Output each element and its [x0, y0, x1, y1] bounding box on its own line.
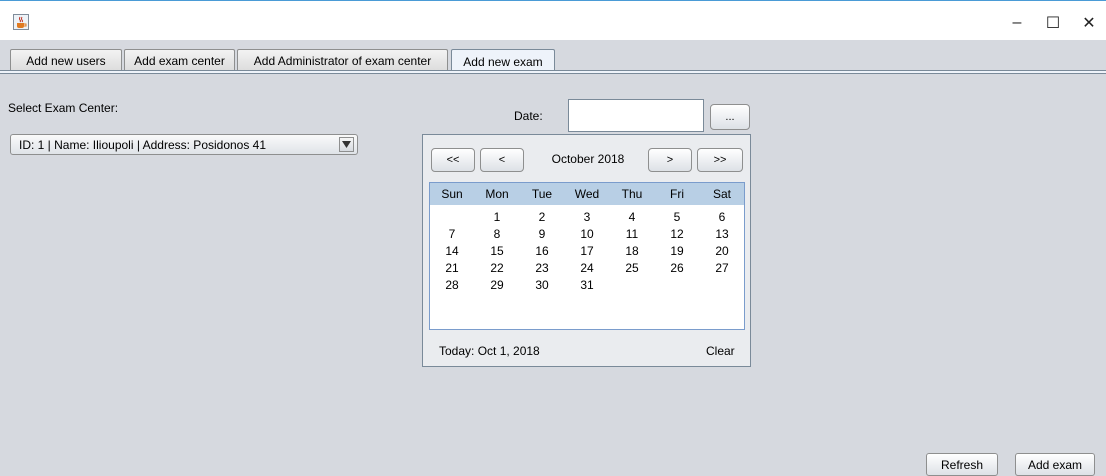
day-cell[interactable]: 14: [430, 244, 474, 258]
weekday-tue: Tue: [531, 187, 553, 201]
clear-link[interactable]: Clear: [706, 344, 735, 358]
refresh-button[interactable]: Refresh: [926, 453, 998, 476]
day-cell[interactable]: 2: [520, 210, 564, 224]
title-bar: – ☐ ✕: [0, 0, 1106, 40]
exam-center-label: Select Exam Center:: [8, 101, 119, 115]
today-link[interactable]: Today: Oct 1, 2018: [439, 344, 540, 358]
day-cell[interactable]: 12: [655, 227, 699, 241]
weekday-sat: Sat: [712, 187, 731, 201]
day-cell[interactable]: 17: [565, 244, 609, 258]
day-cell[interactable]: 10: [565, 227, 609, 241]
day-cell[interactable]: 21: [430, 261, 474, 275]
day-cell[interactable]: 30: [520, 278, 564, 292]
day-cell[interactable]: 1: [475, 210, 519, 224]
next-month-button[interactable]: >: [648, 148, 692, 172]
tab-add-exam-center[interactable]: Add exam center: [124, 49, 235, 71]
tab-strip: Add new users Add exam center Add Admini…: [0, 40, 1106, 74]
day-cell[interactable]: 15: [475, 244, 519, 258]
day-cell[interactable]: 26: [655, 261, 699, 275]
tab-add-administrator[interactable]: Add Administrator of exam center: [237, 49, 448, 71]
month-title: October 2018: [551, 152, 625, 166]
weekday-sun: Sun: [441, 187, 463, 201]
java-cup-icon: [13, 14, 29, 30]
close-button[interactable]: ✕: [1066, 9, 1106, 37]
date-picker-button[interactable]: ...: [710, 104, 750, 130]
day-cell[interactable]: 7: [430, 227, 474, 241]
day-cell[interactable]: 27: [700, 261, 744, 275]
day-cell[interactable]: 16: [520, 244, 564, 258]
day-cell[interactable]: 22: [475, 261, 519, 275]
day-cell[interactable]: 25: [610, 261, 654, 275]
day-cell[interactable]: 29: [475, 278, 519, 292]
add-exam-button[interactable]: Add exam: [1015, 453, 1095, 476]
day-cell[interactable]: 9: [520, 227, 564, 241]
weekday-fri: Fri: [670, 187, 684, 201]
exam-center-selected-value: ID: 1 | Name: Ilioupoli | Address: Posid…: [19, 137, 267, 152]
next-year-button[interactable]: >>: [697, 148, 743, 172]
date-label: Date:: [514, 109, 543, 123]
day-cell[interactable]: 18: [610, 244, 654, 258]
day-cell[interactable]: 28: [430, 278, 474, 292]
day-cell[interactable]: 24: [565, 261, 609, 275]
day-cell[interactable]: 13: [700, 227, 744, 241]
weekday-wed: Wed: [574, 187, 600, 201]
calendar-grid: Sun Mon Tue Wed Thu Fri Sat 1 2 3 4 5 6 …: [429, 182, 745, 330]
day-cell[interactable]: 5: [655, 210, 699, 224]
weekday-thu: Thu: [621, 187, 643, 201]
prev-month-button[interactable]: <: [480, 148, 524, 172]
day-cell[interactable]: 6: [700, 210, 744, 224]
prev-year-button[interactable]: <<: [431, 148, 475, 172]
dropdown-arrow-icon[interactable]: [339, 137, 354, 152]
day-cell[interactable]: 11: [610, 227, 654, 241]
weekday-mon: Mon: [485, 187, 509, 201]
tab-divider-bottom: [0, 73, 1106, 74]
day-cell[interactable]: 4: [610, 210, 654, 224]
calendar-popup: << < October 2018 > >> Sun Mon Tue Wed T…: [422, 134, 751, 367]
tab-add-new-users[interactable]: Add new users: [10, 49, 122, 71]
exam-center-select[interactable]: ID: 1 | Name: Ilioupoli | Address: Posid…: [10, 134, 358, 155]
day-cell[interactable]: 3: [565, 210, 609, 224]
day-cell[interactable]: 19: [655, 244, 699, 258]
date-input[interactable]: [568, 99, 704, 132]
day-cell[interactable]: 8: [475, 227, 519, 241]
day-cell[interactable]: 23: [520, 261, 564, 275]
weekday-header: Sun Mon Tue Wed Thu Fri Sat: [430, 183, 744, 205]
day-cell[interactable]: 20: [700, 244, 744, 258]
day-cell[interactable]: 31: [565, 278, 609, 292]
